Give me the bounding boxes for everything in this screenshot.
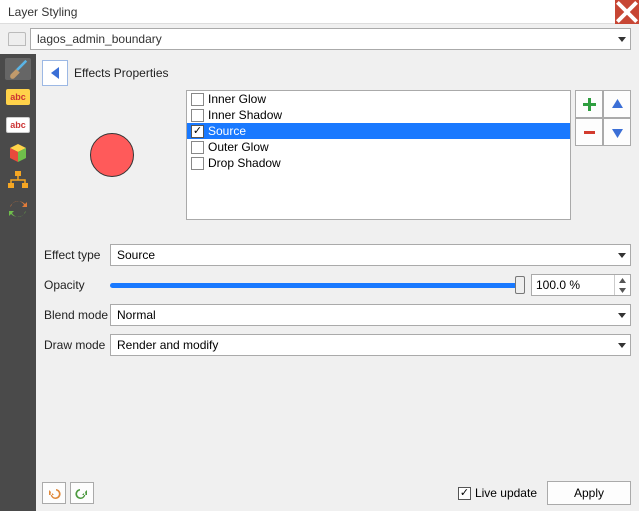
layer-select-value: lagos_admin_boundary bbox=[37, 32, 162, 46]
panel-title: Effects Properties bbox=[74, 66, 169, 80]
effect-label: Source bbox=[208, 124, 246, 138]
effect-row[interactable]: ✓ Source bbox=[187, 123, 570, 139]
effect-type-select[interactable]: Source bbox=[110, 244, 631, 266]
live-update-checkbox[interactable]: ✓ bbox=[458, 487, 471, 500]
chevron-down-icon bbox=[618, 313, 626, 318]
chevron-down-icon bbox=[618, 343, 626, 348]
effect-label: Outer Glow bbox=[208, 140, 269, 154]
undo-button[interactable] bbox=[42, 482, 66, 504]
move-up-button[interactable] bbox=[603, 90, 631, 118]
sidebar-labels-yellow[interactable]: abc bbox=[5, 86, 31, 108]
sidebar-3d[interactable] bbox=[5, 142, 31, 164]
draw-mode-label: Draw mode bbox=[42, 338, 110, 352]
effect-type-label: Effect type bbox=[42, 248, 106, 262]
effect-type-value: Source bbox=[117, 248, 155, 262]
slider-thumb[interactable] bbox=[515, 276, 525, 294]
layer-select[interactable]: lagos_admin_boundary bbox=[30, 28, 631, 50]
chevron-down-icon bbox=[618, 37, 626, 42]
sidebar-symbology[interactable] bbox=[5, 58, 31, 80]
draw-mode-value: Render and modify bbox=[117, 338, 218, 352]
main-panel: Effects Properties Inner Glow Inner Shad… bbox=[36, 54, 639, 511]
apply-label: Apply bbox=[574, 486, 604, 500]
effect-label: Inner Glow bbox=[208, 92, 266, 106]
effect-label: Inner Shadow bbox=[208, 108, 282, 122]
effect-row[interactable]: Outer Glow bbox=[187, 139, 570, 155]
redo-button[interactable] bbox=[70, 482, 94, 504]
opacity-spinbox[interactable]: 100.0 % bbox=[531, 274, 631, 296]
blend-mode-label: Blend mode bbox=[42, 308, 110, 322]
apply-button[interactable]: Apply bbox=[547, 481, 631, 505]
sidebar: abc abc bbox=[0, 54, 36, 511]
symbol-preview bbox=[42, 90, 182, 220]
chevron-down-icon bbox=[618, 253, 626, 258]
title-bar: Layer Styling bbox=[0, 0, 639, 24]
layer-select-row: lagos_admin_boundary bbox=[0, 24, 639, 54]
live-update-label: Live update bbox=[475, 486, 537, 500]
remove-effect-button[interactable] bbox=[575, 118, 603, 146]
add-effect-button[interactable] bbox=[575, 90, 603, 118]
blend-mode-value: Normal bbox=[117, 308, 156, 322]
effect-checkbox[interactable] bbox=[191, 109, 204, 122]
sidebar-refresh[interactable] bbox=[5, 198, 31, 220]
effect-checkbox[interactable]: ✓ bbox=[191, 125, 204, 138]
effects-list[interactable]: Inner Glow Inner Shadow ✓ Source Outer G… bbox=[186, 90, 571, 220]
preview-symbol bbox=[90, 133, 134, 177]
opacity-label: Opacity bbox=[42, 278, 110, 292]
effect-row[interactable]: Drop Shadow bbox=[187, 155, 570, 171]
back-button[interactable] bbox=[42, 60, 68, 86]
effects-buttons bbox=[575, 90, 631, 146]
spin-up[interactable] bbox=[615, 275, 630, 285]
window-title: Layer Styling bbox=[8, 5, 77, 19]
folder-icon bbox=[8, 32, 26, 46]
effect-checkbox[interactable] bbox=[191, 157, 204, 170]
opacity-value: 100.0 % bbox=[532, 278, 614, 292]
blend-mode-select[interactable]: Normal bbox=[110, 304, 631, 326]
effect-row[interactable]: Inner Shadow bbox=[187, 107, 570, 123]
effect-label: Drop Shadow bbox=[208, 156, 281, 170]
move-down-button[interactable] bbox=[603, 118, 631, 146]
live-update-toggle[interactable]: ✓ Live update bbox=[458, 486, 537, 500]
footer: ✓ Live update Apply bbox=[42, 481, 631, 505]
effect-row[interactable]: Inner Glow bbox=[187, 91, 570, 107]
sidebar-diagram[interactable] bbox=[5, 170, 31, 192]
effect-checkbox[interactable] bbox=[191, 93, 204, 106]
draw-mode-select[interactable]: Render and modify bbox=[110, 334, 631, 356]
sidebar-labels-white[interactable]: abc bbox=[5, 114, 31, 136]
opacity-slider[interactable] bbox=[110, 274, 525, 296]
effect-checkbox[interactable] bbox=[191, 141, 204, 154]
close-button[interactable] bbox=[615, 0, 639, 24]
spin-down[interactable] bbox=[615, 285, 630, 295]
